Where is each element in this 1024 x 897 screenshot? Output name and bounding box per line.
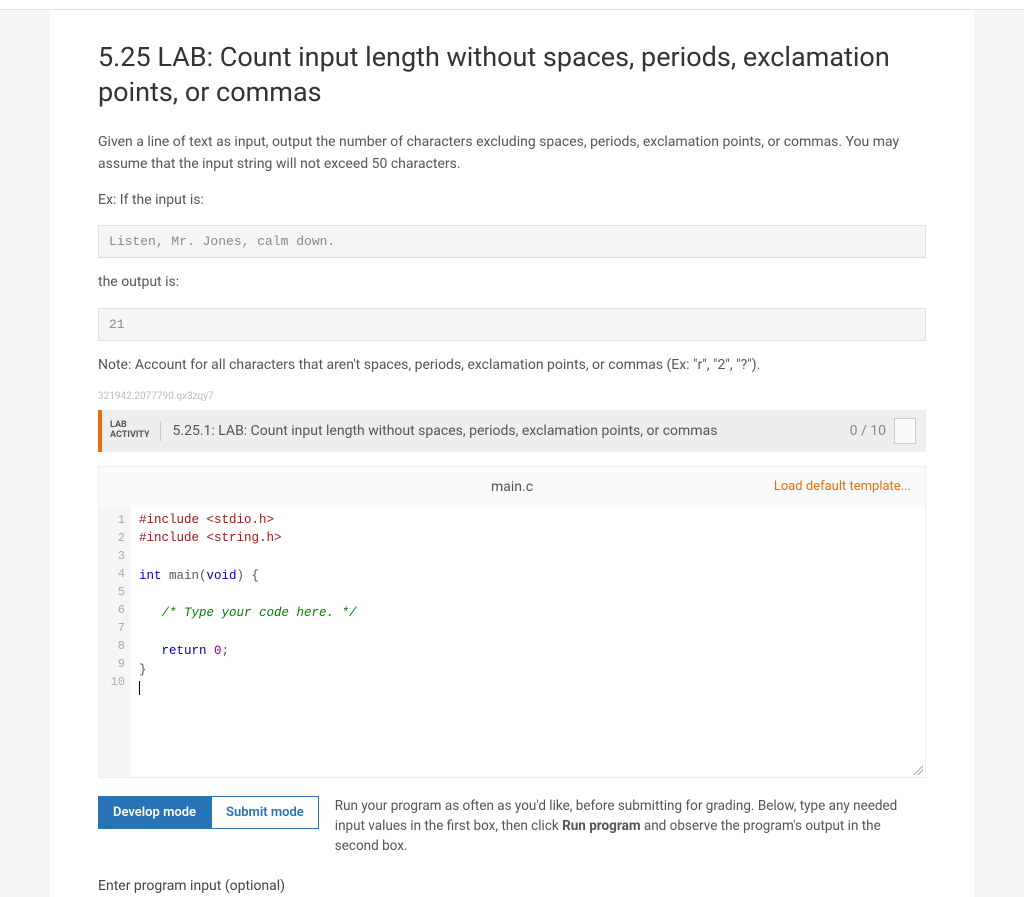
code-token: return <box>162 644 207 658</box>
code-token: <stdio.h> <box>207 513 275 527</box>
code-token: 0 <box>214 644 222 658</box>
tab-submit-mode[interactable]: Submit mode <box>211 796 319 829</box>
line-number: 7 <box>109 619 125 637</box>
line-number: 5 <box>109 583 125 601</box>
line-number: 9 <box>109 655 125 673</box>
editor-header: main.c Load default template... <box>99 467 925 507</box>
watermark: 321942.2077790.qx3zqy7 <box>98 391 926 402</box>
text-cursor <box>139 681 140 695</box>
line-number: 8 <box>109 637 125 655</box>
lab-badge-line2: ACTIVITY <box>110 431 150 441</box>
line-number: 3 <box>109 547 125 565</box>
page-content: 5.25 LAB: Count input length without spa… <box>50 10 974 897</box>
line-number: 10 <box>109 673 125 691</box>
mode-row: Develop mode Submit mode Run your progra… <box>98 796 926 857</box>
mode-hint-bold: Run program <box>562 818 640 834</box>
program-input-label: Enter program input (optional) <box>98 878 926 894</box>
code-comment: /* Type your code here. */ <box>162 606 357 620</box>
code-token: #include <box>139 513 207 527</box>
lab-badge: LAB ACTIVITY <box>110 421 161 441</box>
score-box[interactable] <box>894 418 916 444</box>
mode-hint: Run your program as often as you'd like,… <box>335 796 926 857</box>
code-editor: main.c Load default template... 1 2 3 4 … <box>98 466 926 778</box>
code-token: ; <box>222 644 230 658</box>
page-title: 5.25 LAB: Count input length without spa… <box>98 40 926 110</box>
note-text: Note: Account for all characters that ar… <box>98 355 926 377</box>
tab-develop-mode[interactable]: Develop mode <box>98 796 211 829</box>
code-token: ) { <box>237 569 260 583</box>
line-number: 6 <box>109 601 125 619</box>
code-token: <string.h> <box>207 531 282 545</box>
score-text: 0 / 10 <box>850 423 886 439</box>
mode-tabs: Develop mode Submit mode <box>98 796 319 829</box>
line-gutter: 1 2 3 4 5 6 7 8 9 10 <box>99 507 131 777</box>
lab-title: 5.25.1: LAB: Count input length without … <box>173 423 850 439</box>
line-number: 2 <box>109 529 125 547</box>
problem-description: Given a line of text as input, output th… <box>98 132 926 175</box>
example-output-label: the output is: <box>98 272 926 294</box>
line-number: 4 <box>109 565 125 583</box>
example-input-block: Listen, Mr. Jones, calm down. <box>98 225 926 258</box>
editor-filename: main.c <box>491 479 533 495</box>
code-token: main( <box>162 569 207 583</box>
example-output-block: 21 <box>98 308 926 341</box>
code-token: #include <box>139 531 207 545</box>
code-token: int <box>139 569 162 583</box>
example-input-label: Ex: If the input is: <box>98 190 926 212</box>
load-default-template-link[interactable]: Load default template... <box>774 479 911 494</box>
code-token: } <box>139 663 147 677</box>
code-token: void <box>207 569 237 583</box>
line-number: 1 <box>109 511 125 529</box>
app-root: 5.25 LAB: Count input length without spa… <box>0 0 1024 897</box>
code-area[interactable]: #include <stdio.h> #include <string.h> i… <box>131 507 925 777</box>
editor-body[interactable]: 1 2 3 4 5 6 7 8 9 10 #include <stdio.h> … <box>99 507 925 777</box>
resize-handle[interactable] <box>913 765 923 775</box>
top-bar <box>0 0 1024 10</box>
lab-activity-header: LAB ACTIVITY 5.25.1: LAB: Count input le… <box>98 410 926 452</box>
